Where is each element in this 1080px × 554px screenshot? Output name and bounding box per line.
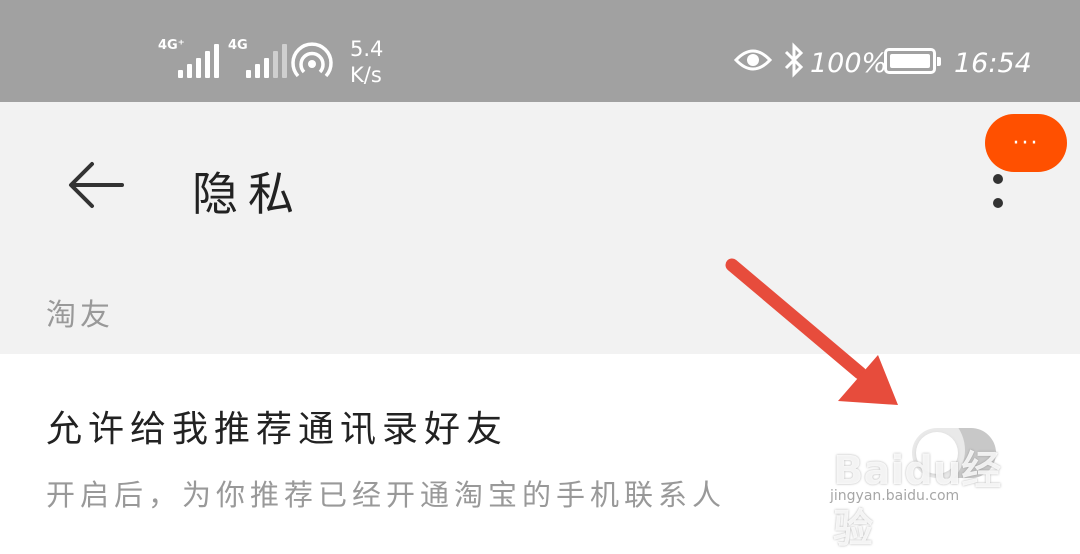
battery-icon: [884, 48, 941, 74]
setting-description: 开启后，为你推荐已经开通淘宝的手机联系人: [46, 478, 727, 512]
section-label: 淘友: [46, 298, 114, 333]
signal-icon: [178, 44, 219, 78]
eye-icon: [734, 49, 772, 71]
baidu-watermark: Baidu经验 jingyan.baidu.com: [825, 410, 1035, 552]
speed-unit: K/s: [350, 63, 382, 87]
more-vert-icon[interactable]: [990, 174, 1006, 214]
speed-value: 5.4: [350, 37, 384, 61]
floating-more-button[interactable]: ···: [985, 114, 1067, 172]
network-speed: 5.4 K/s: [350, 36, 383, 88]
page-title: 隐私: [192, 167, 304, 221]
battery-percent: 100%: [810, 48, 888, 79]
back-arrow-icon[interactable]: [66, 160, 126, 210]
network-type-2: 4G: [228, 38, 248, 53]
signal-icon: [246, 44, 287, 78]
setting-title: 允许给我推荐通讯录好友: [46, 409, 509, 450]
watermark-url: jingyan.baidu.com: [830, 488, 960, 504]
clock: 16:54: [954, 48, 1032, 79]
bluetooth-icon: [784, 42, 804, 78]
status-bar: 4G⁺ 4G 5.4 K/s 100% 16:54: [0, 0, 1080, 102]
hotspot-icon: [291, 42, 333, 78]
app-header: 隐私 ···: [0, 102, 1080, 266]
section-header: 淘友: [0, 266, 1080, 354]
